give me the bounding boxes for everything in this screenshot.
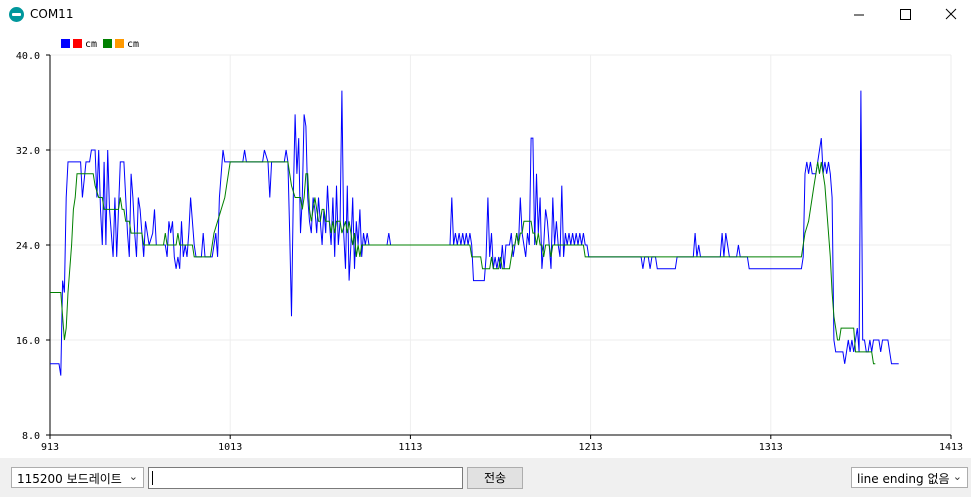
x-tick-labels: 913 1013 1113 1213 1313 1413 bbox=[41, 442, 963, 453]
maximize-icon bbox=[900, 9, 911, 20]
y-tick-label: 16.0 bbox=[16, 336, 40, 347]
chevron-down-icon: ⌄ bbox=[952, 470, 962, 483]
close-icon bbox=[945, 8, 957, 20]
bottom-toolbar: 115200 보드레이트 ⌄ 전송 line ending 없음 ⌄ bbox=[0, 458, 971, 497]
baud-rate-value: 115200 보드레이트 bbox=[17, 472, 122, 486]
x-tick-label: 1013 bbox=[218, 442, 242, 453]
minimize-icon bbox=[854, 14, 864, 16]
series-line-1 bbox=[50, 90, 899, 376]
legend-swatch-2-1 bbox=[103, 39, 112, 48]
text-caret bbox=[152, 471, 153, 485]
y-tick-label: 40.0 bbox=[16, 51, 40, 62]
chart-series bbox=[50, 90, 899, 376]
chevron-down-icon: ⌄ bbox=[128, 470, 138, 483]
x-tick-label: 1213 bbox=[579, 442, 603, 453]
x-tick-label: 1113 bbox=[398, 442, 422, 453]
series-line-2 bbox=[50, 161, 876, 365]
close-button[interactable] bbox=[928, 0, 971, 30]
legend-label-1: cm bbox=[85, 39, 97, 50]
chart-axes bbox=[46, 54, 952, 439]
arduino-app-icon bbox=[9, 7, 24, 22]
send-text-input[interactable] bbox=[148, 467, 463, 489]
y-tick-label: 8.0 bbox=[22, 431, 40, 442]
y-tick-labels: 8.0 16.0 24.0 32.0 40.0 bbox=[16, 51, 40, 442]
legend-swatch-1-1 bbox=[61, 39, 70, 48]
legend-label-2: cm bbox=[127, 39, 139, 50]
line-ending-select[interactable]: line ending 없음 ⌄ bbox=[851, 467, 968, 488]
x-tick-label: 1313 bbox=[759, 442, 783, 453]
window-title: COM11 bbox=[30, 7, 74, 21]
serial-plotter-chart: 8.0 16.0 24.0 32.0 40.0 913 1013 1113 1213 1313 1… bbox=[16, 39, 963, 453]
send-button[interactable]: 전송 bbox=[467, 467, 523, 489]
x-tick-label: 1413 bbox=[939, 442, 963, 453]
line-ending-value: line ending 없음 bbox=[857, 472, 950, 486]
title-bar: COM11 bbox=[0, 0, 971, 30]
y-tick-label: 24.0 bbox=[16, 241, 40, 252]
x-tick-label: 913 bbox=[41, 442, 59, 453]
legend-swatch-2-2 bbox=[115, 39, 124, 48]
legend-swatch-1-2 bbox=[73, 39, 82, 48]
chart-legend: cm cm bbox=[61, 39, 139, 50]
baud-rate-select[interactable]: 115200 보드레이트 ⌄ bbox=[11, 467, 144, 488]
minimize-button[interactable] bbox=[836, 0, 882, 30]
y-tick-label: 32.0 bbox=[16, 146, 40, 157]
maximize-button[interactable] bbox=[882, 0, 928, 30]
